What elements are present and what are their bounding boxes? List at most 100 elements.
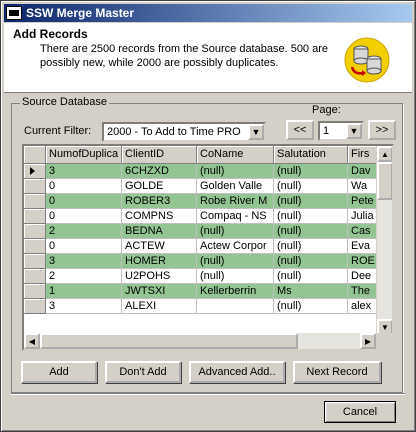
row-selector[interactable] (24, 269, 46, 284)
current-filter-select[interactable]: 2000 - To Add to Time PRO ▼ (102, 122, 266, 142)
table-cell[interactable]: GOLDE (122, 179, 197, 194)
table-row[interactable]: 3 6CHZXD (null) (null) Dav (24, 164, 388, 179)
window-title: SSW Merge Master (26, 6, 135, 20)
scroll-right-icon[interactable]: ▶ (360, 333, 376, 349)
table-cell[interactable]: (null) (197, 164, 274, 179)
page-select[interactable]: 1 ▼ (318, 121, 364, 141)
current-row-arrow-icon (30, 167, 35, 175)
table-cell[interactable]: ALEXI (122, 299, 197, 314)
table-cell[interactable]: BEDNA (122, 224, 197, 239)
table-cell[interactable]: U2POHS (122, 269, 197, 284)
table-cell[interactable]: 2 (46, 224, 122, 239)
table-cell[interactable]: 0 (46, 194, 122, 209)
table-cell[interactable]: COMPNS (122, 209, 197, 224)
database-merge-icon (344, 37, 390, 83)
table-cell[interactable]: ACTEW (122, 239, 197, 254)
scrollbar-corner (376, 333, 392, 349)
add-button[interactable]: Add (21, 361, 97, 383)
row-selector[interactable] (24, 209, 46, 224)
column-header[interactable]: ClientID (122, 146, 197, 164)
vertical-scrollbar[interactable]: ▲ ▼ (376, 146, 392, 335)
table-cell[interactable]: (null) (274, 164, 348, 179)
table-cell[interactable]: Robe River M (197, 194, 274, 209)
row-selector[interactable] (24, 299, 46, 314)
table-cell[interactable] (197, 299, 274, 314)
row-selector[interactable] (24, 224, 46, 239)
table-row[interactable]: 2 U2POHS (null) (null) Dee (24, 269, 388, 284)
grid-body: 3 6CHZXD (null) (null) Dav 0 GOLDE Golden Valle… (24, 164, 388, 314)
table-cell[interactable]: (null) (274, 194, 348, 209)
table-cell[interactable]: 3 (46, 254, 122, 269)
row-selector[interactable] (24, 239, 46, 254)
records-grid[interactable]: NumofDuplica ClientID CoName Salutation … (22, 144, 394, 351)
table-row[interactable]: 1 JWTSXI Kellerberrin Ms The (24, 284, 388, 299)
table-row[interactable]: 0 GOLDE Golden Valle (null) Wa (24, 179, 388, 194)
row-selector[interactable] (24, 164, 46, 179)
table-cell[interactable]: (null) (274, 224, 348, 239)
row-selector-header (24, 146, 46, 164)
table-cell[interactable]: (null) (274, 239, 348, 254)
page-label: Page: (312, 104, 341, 116)
vertical-scroll-thumb[interactable] (377, 162, 392, 200)
header-title: Add Records (13, 27, 88, 41)
table-cell[interactable]: (null) (197, 224, 274, 239)
scroll-left-icon[interactable]: ◀ (24, 333, 40, 349)
table-cell[interactable]: Compaq - NS (197, 209, 274, 224)
advanced-add-button[interactable]: Advanced Add.. (189, 361, 285, 383)
table-row[interactable]: 0 ACTEW Actew Corpor (null) Eva (24, 239, 388, 254)
current-filter-value: 2000 - To Add to Time PRO (107, 126, 241, 138)
page-value: 1 (323, 125, 330, 137)
table-cell[interactable]: (null) (274, 209, 348, 224)
table-cell[interactable]: (null) (274, 299, 348, 314)
table-cell[interactable]: (null) (197, 254, 274, 269)
next-page-button[interactable]: >> (368, 120, 396, 140)
table-cell[interactable]: 3 (46, 164, 122, 179)
table-cell[interactable]: 2 (46, 269, 122, 284)
row-selector[interactable] (24, 254, 46, 269)
table-cell[interactable]: Ms (274, 284, 348, 299)
table-cell[interactable]: 0 (46, 239, 122, 254)
dont-add-button[interactable]: Don't Add (105, 361, 181, 383)
prev-page-button[interactable]: << (286, 120, 314, 140)
merge-master-window: SSW Merge Master Add Records There are 2… (0, 0, 416, 432)
group-legend: Source Database (20, 96, 109, 108)
chevron-down-icon[interactable]: ▼ (248, 124, 264, 140)
header-description: There are 2500 records from the Source d… (40, 43, 329, 69)
table-cell[interactable]: Kellerberrin (197, 284, 274, 299)
column-header[interactable]: NumofDuplica (46, 146, 122, 164)
table-cell[interactable]: 3 (46, 299, 122, 314)
app-icon (6, 6, 22, 20)
table-cell[interactable]: 1 (46, 284, 122, 299)
table-row[interactable]: 0 ROBER3 Robe River M (null) Pete (24, 194, 388, 209)
next-record-button[interactable]: Next Record (293, 361, 381, 383)
table-row[interactable]: 0 COMPNS Compaq - NS (null) Julia (24, 209, 388, 224)
scroll-up-icon[interactable]: ▲ (377, 146, 392, 162)
row-selector[interactable] (24, 284, 46, 299)
table-cell[interactable]: JWTSXI (122, 284, 197, 299)
column-header[interactable]: Salutation (274, 146, 348, 164)
table-cell[interactable]: ROBER3 (122, 194, 197, 209)
horizontal-scrollbar[interactable]: ◀ ▶ (24, 333, 376, 349)
row-selector[interactable] (24, 179, 46, 194)
divider (11, 393, 405, 395)
table-cell[interactable]: Golden Valle (197, 179, 274, 194)
table-cell[interactable]: 6CHZXD (122, 164, 197, 179)
chevron-down-icon[interactable]: ▼ (346, 123, 362, 139)
table-cell[interactable]: (null) (274, 254, 348, 269)
cancel-button[interactable]: Cancel (324, 401, 396, 423)
table-cell[interactable]: (null) (274, 269, 348, 284)
table-row[interactable]: 3 ALEXI (null) alex (24, 299, 388, 314)
column-header[interactable]: CoName (197, 146, 274, 164)
table-cell[interactable]: (null) (197, 269, 274, 284)
horizontal-scroll-thumb[interactable] (40, 333, 298, 349)
table-cell[interactable]: 0 (46, 179, 122, 194)
table-cell[interactable]: (null) (274, 179, 348, 194)
table-cell[interactable]: Actew Corpor (197, 239, 274, 254)
table-cell[interactable]: 0 (46, 209, 122, 224)
current-filter-label: Current Filter: (24, 125, 92, 137)
title-bar[interactable]: SSW Merge Master (4, 4, 412, 22)
table-row[interactable]: 3 HOMER (null) (null) ROE (24, 254, 388, 269)
table-cell[interactable]: HOMER (122, 254, 197, 269)
table-row[interactable]: 2 BEDNA (null) (null) Cas (24, 224, 388, 239)
row-selector[interactable] (24, 194, 46, 209)
